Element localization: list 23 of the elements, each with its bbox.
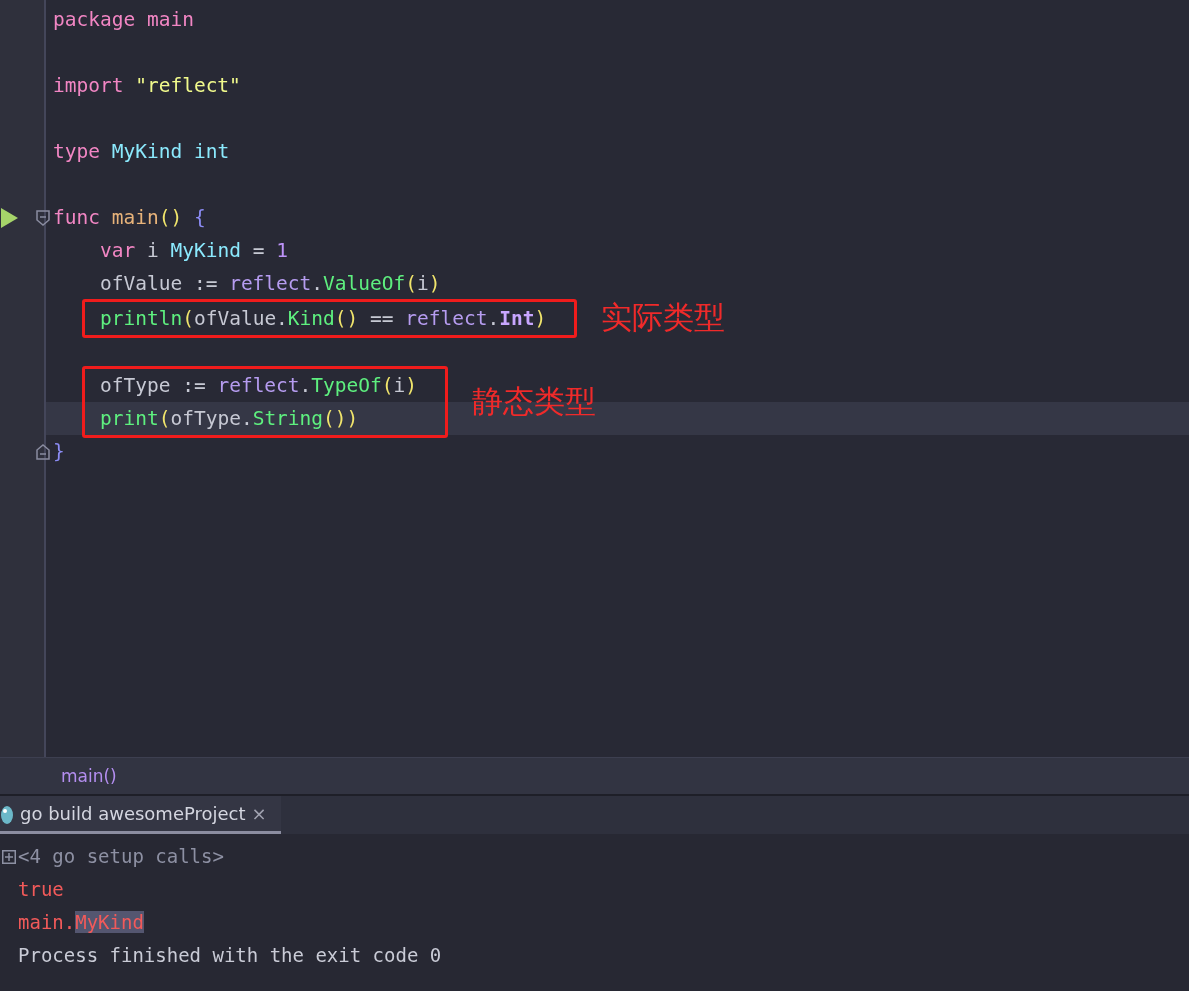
code-line: println(ofValue.Kind() == reflect.Int) xyxy=(100,305,547,332)
code-line: type MyKind int xyxy=(53,139,231,165)
code-line: print(ofType.String()) xyxy=(100,406,360,432)
annotation-label: 静态类型 xyxy=(472,382,597,421)
code-line: ofValue := reflect.ValueOf(i) xyxy=(100,271,442,297)
console-line: <4 go setup calls> xyxy=(0,840,224,873)
code-line: ofType := reflect.TypeOf(i) xyxy=(100,373,418,399)
console-line: true xyxy=(17,877,64,902)
run-tab[interactable]: go build awesomeProject × xyxy=(0,796,281,834)
annotation-label: 实际类型 xyxy=(601,298,726,337)
console-line: Process finished with the exit code 0 xyxy=(17,943,442,968)
breadcrumb-item[interactable]: main() xyxy=(61,766,117,786)
close-icon[interactable]: × xyxy=(251,803,267,824)
code-line: package main xyxy=(53,7,195,33)
code-line: var i MyKind = 1 xyxy=(100,238,289,264)
expand-icon[interactable] xyxy=(2,850,16,864)
code-line: import "reflect" xyxy=(53,73,242,99)
run-icon[interactable] xyxy=(0,208,18,228)
code-line: func main() { xyxy=(53,201,1189,234)
fold-icon[interactable] xyxy=(36,444,50,460)
fold-icon[interactable] xyxy=(36,210,50,226)
code-line: } xyxy=(53,435,1189,468)
console-line: main.MyKind xyxy=(17,910,144,935)
